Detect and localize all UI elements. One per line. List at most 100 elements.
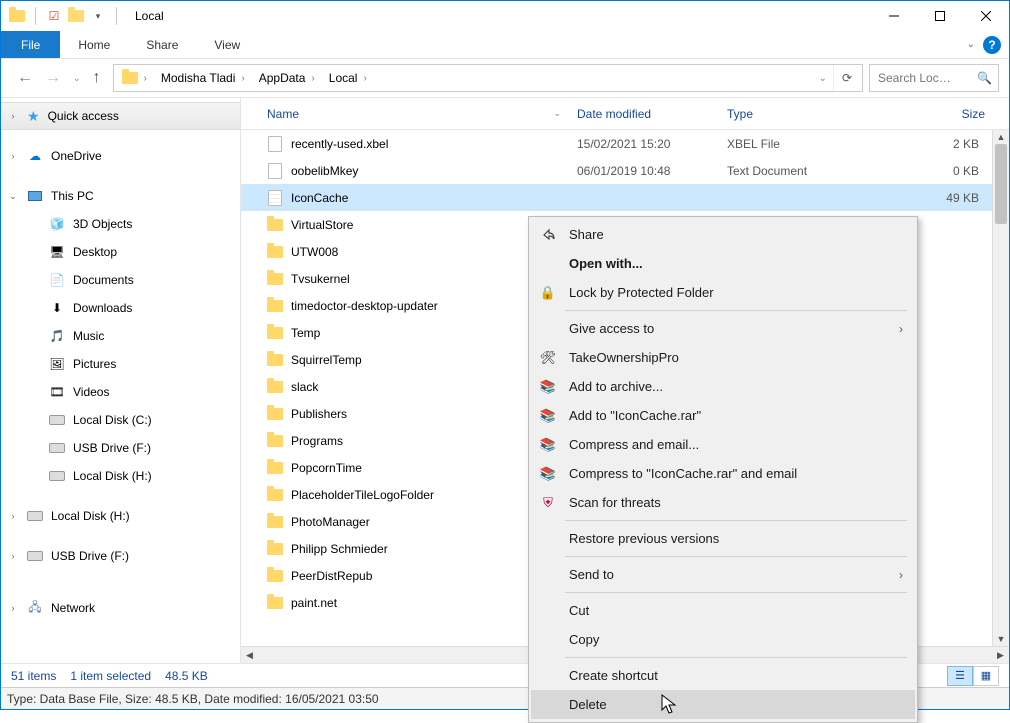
file-name: VirtualStore — [291, 218, 353, 232]
file-name: slack — [291, 380, 318, 394]
qat-newfolder-icon[interactable] — [68, 8, 84, 24]
nav-network[interactable]: ›🖧 Network — [1, 594, 240, 622]
file-name: paint.net — [291, 596, 337, 610]
qat-customize-icon[interactable]: ▾ — [90, 8, 106, 24]
col-size[interactable]: Size — [869, 107, 1009, 121]
nav-this-pc-child[interactable]: 🖥Desktop — [1, 238, 240, 266]
nav-this-pc-child[interactable]: 🧊3D Objects — [1, 210, 240, 238]
ribbon-expand-icon[interactable]: ⌄ — [967, 39, 975, 50]
cm-share[interactable]: Share — [531, 220, 915, 249]
file-row[interactable]: IconCache49 KB — [241, 184, 1009, 211]
file-size: 49 KB — [869, 191, 1009, 205]
window-title: Local — [127, 9, 164, 23]
drive-icon — [27, 548, 43, 564]
nav-recent-icon[interactable]: ⌄ — [73, 73, 81, 84]
cm-compress-email[interactable]: 📚 Compress and email... — [531, 430, 915, 459]
cm-compress-named-email[interactable]: 📚 Compress to "IconCache.rar" and email — [531, 459, 915, 488]
breadcrumb-0[interactable]: Modisha Tladi — [161, 71, 235, 85]
nav-drive[interactable]: ›Local Disk (H:) — [1, 502, 240, 530]
nav-back-icon[interactable]: ← — [17, 69, 33, 87]
refresh-icon[interactable]: ⟳ — [833, 65, 860, 91]
scroll-thumb[interactable] — [995, 144, 1007, 224]
folder-icon — [267, 433, 283, 449]
status-selected-size: 48.5 KB — [165, 669, 208, 683]
address-row: ← → ⌄ ↑ › Modisha Tladi› AppData› Local›… — [1, 59, 1009, 97]
nav-this-pc-child[interactable]: ⬇Downloads — [1, 294, 240, 322]
col-name[interactable]: Name — [267, 107, 299, 121]
file-name: PhotoManager — [291, 515, 370, 529]
folder-icon — [267, 217, 283, 233]
cm-lock[interactable]: 🔒 Lock by Protected Folder — [531, 278, 915, 307]
nav-this-pc[interactable]: ⌄ This PC — [1, 182, 240, 210]
winrar-icon: 📚 — [537, 376, 559, 398]
cm-give-access[interactable]: Give access to › — [531, 314, 915, 343]
cm-delete[interactable]: Delete — [531, 690, 915, 719]
nav-this-pc-child[interactable]: 🖼Pictures — [1, 350, 240, 378]
close-button[interactable] — [963, 1, 1009, 31]
cm-cut[interactable]: Cut — [531, 596, 915, 625]
search-input[interactable] — [876, 70, 971, 86]
vertical-scrollbar[interactable]: ▲ ▼ — [992, 130, 1009, 646]
status-selected-count: 1 item selected — [70, 669, 151, 683]
nav-item-label: USB Drive (F:) — [73, 441, 151, 455]
file-row[interactable]: oobelibMkey06/01/2019 10:48Text Document… — [241, 157, 1009, 184]
takeownership-icon: 🛠 — [537, 347, 559, 369]
scroll-left-icon[interactable]: ◀ — [241, 650, 258, 661]
nav-quick-access[interactable]: ›★ Quick access — [1, 102, 240, 130]
nav-this-pc-child[interactable]: USB Drive (F:) — [1, 434, 240, 462]
file-row[interactable]: recently-used.xbel15/02/2021 15:20XBEL F… — [241, 130, 1009, 157]
qat-properties-icon[interactable]: ☑ — [46, 8, 62, 24]
maximize-button[interactable] — [917, 1, 963, 31]
cm-open-with[interactable]: Open with... — [531, 249, 915, 278]
view-details-button[interactable]: ☰ — [947, 666, 973, 686]
cm-create-shortcut[interactable]: Create shortcut — [531, 661, 915, 690]
folder-icon — [267, 298, 283, 314]
search-box[interactable]: 🔍 — [869, 64, 999, 92]
nav-drive[interactable]: ›USB Drive (F:) — [1, 542, 240, 570]
folder-icon — [267, 325, 283, 341]
menu-share[interactable]: Share — [128, 31, 196, 58]
nav-this-pc-child[interactable]: Local Disk (C:) — [1, 406, 240, 434]
file-size: 0 KB — [869, 164, 1009, 178]
navigation-pane[interactable]: ›★ Quick access ›☁ OneDrive ⌄ This PC 🧊3… — [1, 98, 241, 663]
cm-send-to[interactable]: Send to › — [531, 560, 915, 589]
file-name: UTW008 — [291, 245, 338, 259]
nav-up-icon[interactable]: ↑ — [93, 69, 101, 87]
col-type[interactable]: Type — [719, 107, 869, 121]
col-date[interactable]: Date modified — [569, 107, 719, 121]
cm-take-ownership[interactable]: 🛠 TakeOwnershipPro — [531, 343, 915, 372]
view-large-button[interactable]: ▦ — [973, 666, 999, 686]
nav-forward-icon[interactable]: → — [45, 69, 61, 87]
nav-this-pc-child[interactable]: 📄Documents — [1, 266, 240, 294]
breadcrumb-2[interactable]: Local — [329, 71, 358, 85]
file-icon — [267, 163, 283, 179]
nav-onedrive[interactable]: ›☁ OneDrive — [1, 142, 240, 170]
minimize-button[interactable] — [871, 1, 917, 31]
search-icon[interactable]: 🔍 — [977, 71, 992, 85]
scroll-down-icon[interactable]: ▼ — [993, 632, 1009, 646]
file-name: timedoctor-desktop-updater — [291, 299, 438, 313]
titlebar: ☑ ▾ Local — [1, 1, 1009, 31]
cm-add-archive[interactable]: 📚 Add to archive... — [531, 372, 915, 401]
scroll-up-icon[interactable]: ▲ — [993, 130, 1009, 144]
cm-scan-threats[interactable]: ⛨ Scan for threats — [531, 488, 915, 517]
nav-this-pc-child[interactable]: 🎵Music — [1, 322, 240, 350]
help-icon[interactable]: ? — [983, 36, 1001, 54]
file-date: 06/01/2019 10:48 — [569, 164, 719, 178]
cm-restore-previous[interactable]: Restore previous versions — [531, 524, 915, 553]
breadcrumb-1[interactable]: AppData — [259, 71, 306, 85]
menu-file[interactable]: File — [1, 31, 60, 58]
cm-copy[interactable]: Copy — [531, 625, 915, 654]
menu-home[interactable]: Home — [60, 31, 128, 58]
nav-this-pc-child[interactable]: Local Disk (H:) — [1, 462, 240, 490]
folder-type-icon: 🎵 — [49, 328, 65, 344]
column-headers[interactable]: Name⌄ Date modified Type Size — [241, 98, 1009, 130]
address-bar[interactable]: › Modisha Tladi› AppData› Local› ⌄ ⟳ — [113, 64, 863, 92]
scroll-right-icon[interactable]: ▶ — [992, 650, 1009, 661]
menu-view[interactable]: View — [196, 31, 258, 58]
nav-this-pc-child[interactable]: 🎞Videos — [1, 378, 240, 406]
address-dropdown-icon[interactable]: ⌄ — [813, 73, 833, 84]
file-name: PopcornTime — [291, 461, 362, 475]
nav-item-label: USB Drive (F:) — [51, 549, 129, 563]
cm-add-to-named[interactable]: 📚 Add to "IconCache.rar" — [531, 401, 915, 430]
